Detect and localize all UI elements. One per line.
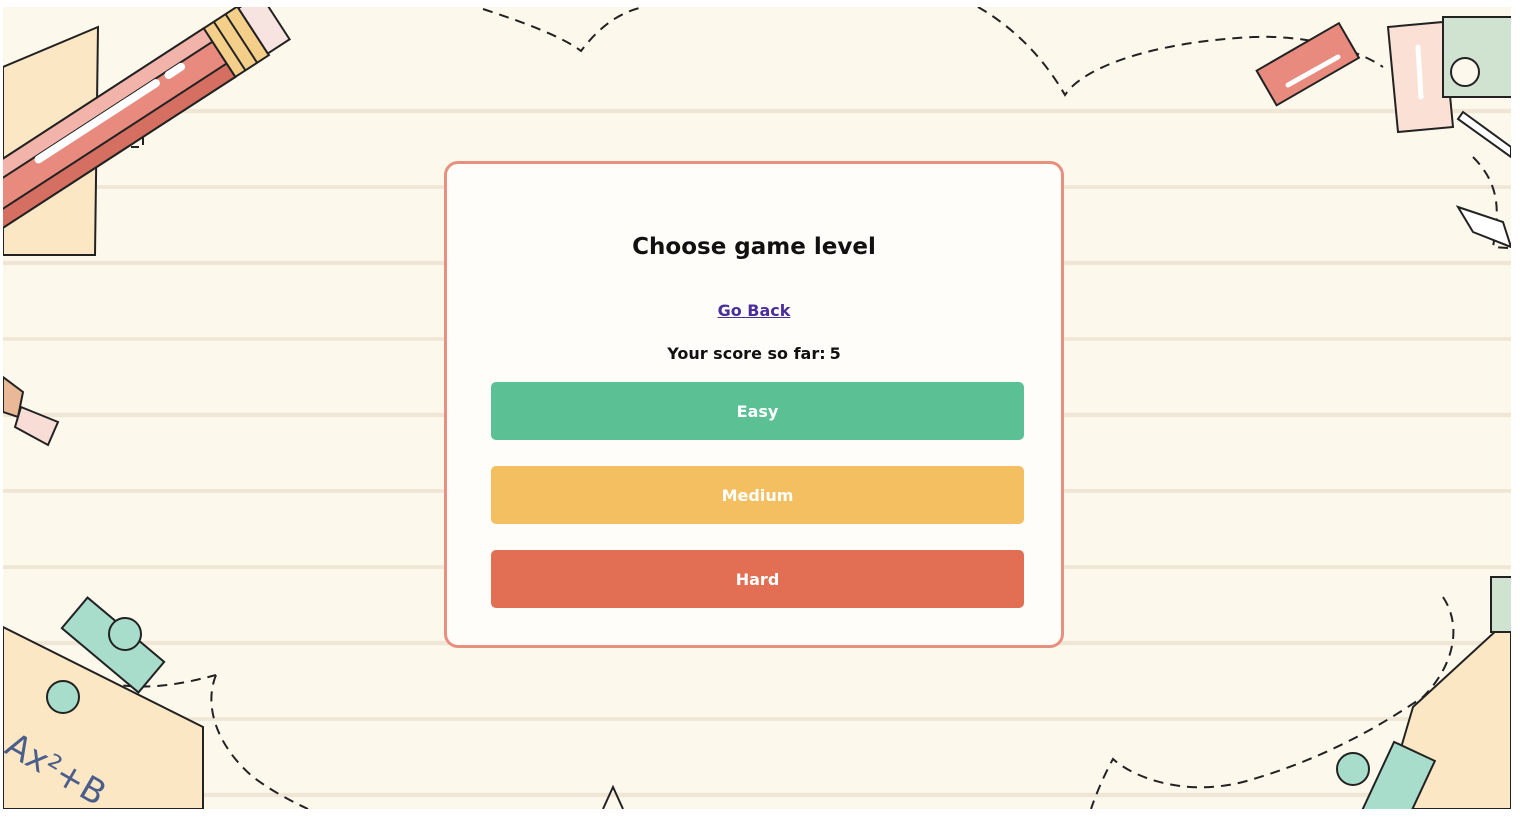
dashed-cloud-outline — [210, 674, 309, 809]
score-label: Your score so far: — [667, 344, 826, 363]
medium-button[interactable]: Medium — [491, 466, 1024, 524]
score-display: Your score so far: 5 — [447, 344, 1061, 363]
ruler-icon — [1336, 576, 1511, 809]
dashed-cloud-outline — [602, 784, 624, 809]
go-back-link[interactable]: Go Back — [447, 301, 1061, 320]
easy-button[interactable]: Easy — [491, 382, 1024, 440]
pushpin-icon — [3, 375, 60, 447]
eraser-icon — [1255, 21, 1361, 107]
compass-icon — [1455, 110, 1511, 249]
dashed-cloud-outline — [482, 7, 644, 53]
level-select-card: Choose game level Go Back Your score so … — [444, 161, 1064, 648]
paper-sheet-icon — [1386, 16, 1511, 134]
score-value: 5 — [829, 344, 841, 363]
hard-button[interactable]: Hard — [491, 550, 1024, 608]
game-viewport: Ax²+B Choose game level Go Back Your sco… — [3, 7, 1511, 809]
page-title: Choose game level — [632, 234, 876, 260]
